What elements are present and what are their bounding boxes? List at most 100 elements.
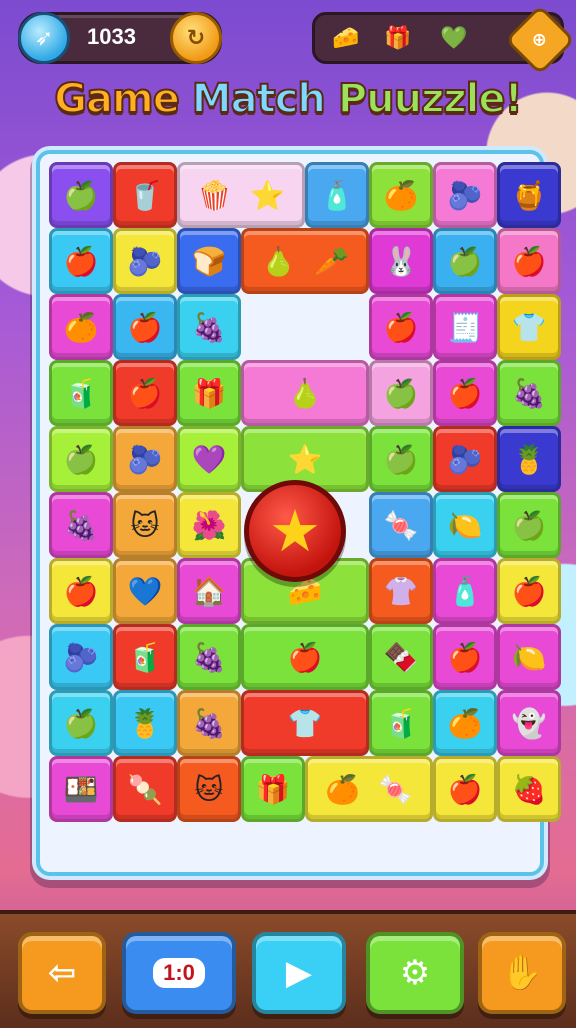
board-tile[interactable]: 🍎 [433,756,497,822]
gift-box-icon[interactable]: 🎁 [381,21,415,55]
board-tile[interactable]: 🫐 [113,426,177,492]
board-tile[interactable]: 🐱 [113,492,177,558]
cheese-icon[interactable]: 🧀 [329,21,363,55]
board-tile[interactable]: 🧾 [433,294,497,360]
board-tile[interactable]: 🫐 [433,162,497,228]
board-tile[interactable]: 🧃 [49,360,113,426]
board-tile[interactable]: 🧃 [113,624,177,690]
board-tile[interactable]: 🍬 [369,492,433,558]
board-tile[interactable]: 🍎 [49,228,113,294]
board-tile[interactable]: 🏠 [177,558,241,624]
board-tile[interactable]: 👚 [369,558,433,624]
tile-item-icon: 🍍 [511,442,547,476]
profile-button[interactable]: ✋ [478,932,566,1014]
board-tile[interactable]: 🍎 [433,360,497,426]
board-tile[interactable]: 🍎 [49,558,113,624]
board-tile[interactable]: 🍏 [433,228,497,294]
board-tile[interactable]: 🐱 [177,756,241,822]
board-tile[interactable]: 🐰 [369,228,433,294]
board-tile[interactable]: 🍏 [49,426,113,492]
board-tile[interactable]: 🎁 [241,756,305,822]
bottom-toolbar: ⇦ 1:0 ▶ ⚙ ✋ [0,910,576,1028]
board-tile[interactable]: 🍇 [177,294,241,360]
back-button[interactable]: ⇦ [18,932,106,1014]
tile-item-icon: 👚 [383,574,419,608]
board-tile[interactable]: 🍇 [497,360,561,426]
board-tile[interactable]: 🥤 [113,162,177,228]
board-tile[interactable]: 🍋 [497,624,561,690]
tile-item-icon: 🍏 [63,442,99,476]
menu-badge-icon[interactable]: ⊕ [504,4,576,76]
board-tile[interactable]: 🍊 [369,162,433,228]
board-tile[interactable]: 💜 [177,426,241,492]
board-tile[interactable]: 🍱 [49,756,113,822]
board-tile[interactable]: 🍇 [49,492,113,558]
coin-value: 1033 [87,24,136,49]
board-tile[interactable]: 🍏 [369,426,433,492]
tile-item-icon: 🍎 [63,574,99,608]
tile-item-icon: 🍎 [127,310,163,344]
tile-item-icon: 🍇 [191,310,227,344]
board-tile[interactable]: 🍊 🍬 [305,756,433,822]
board-tile[interactable]: 🍿 ⭐ [177,162,305,228]
hand-icon: ✋ [500,953,544,993]
board-tile[interactable]: 🍎 [497,558,561,624]
settings-button[interactable]: ⚙ [366,932,464,1014]
tile-item-icon: 🍐 [287,376,323,410]
board-tile[interactable]: 🍎 [113,360,177,426]
board-tile[interactable]: 🍐 🥕 [241,228,369,294]
board-tile[interactable]: 🧴 [305,162,369,228]
board-tile[interactable]: 👻 [497,690,561,756]
board-tile[interactable]: 🍓 [497,756,561,822]
tile-item-icon: 🍊 [63,310,99,344]
board-tile[interactable]: 🍎 [497,228,561,294]
board-tile[interactable]: 🍎 [369,294,433,360]
board-tile[interactable]: 🍎 [113,294,177,360]
board-tile[interactable]: 🍡 [113,756,177,822]
board-tile[interactable]: 🍇 [177,690,241,756]
board-tile[interactable]: 🍐 [241,360,369,426]
tile-item-icon: 🍏 [383,442,419,476]
play-button[interactable]: ▶ [252,932,346,1014]
board-tile[interactable]: 🌺 [177,492,241,558]
board-tile[interactable]: 🍎 [241,624,369,690]
tile-item-icon: 🐰 [383,244,419,278]
tile-item-icon: 🏠 [191,574,227,608]
tile-item-icon: 🫐 [63,640,99,674]
board-tile[interactable]: 🍏 [369,360,433,426]
board-tile[interactable]: 🍫 [369,624,433,690]
star-bonus-button[interactable]: ★ [244,480,346,582]
board-tile[interactable]: 🍋 [433,492,497,558]
refresh-coins-icon[interactable]: ↻ [170,12,222,64]
board-tile[interactable]: 🫐 [433,426,497,492]
tile-item-icon: 🧃 [383,706,419,740]
board-tile[interactable]: 🍍 [497,426,561,492]
green-gem-icon[interactable]: 💚 [437,21,471,55]
score-button[interactable]: 1:0 [122,932,236,1014]
tile-item-icon: 🍎 [447,640,483,674]
tile-item-icon: 🍋 [511,640,547,674]
board-tile[interactable]: 🍏 [49,162,113,228]
tile-item-icon: 🍊 [447,706,483,740]
tile-item-icon: 🍏 [383,376,419,410]
board-tile[interactable]: 🍏 [49,690,113,756]
board-tile[interactable]: 💙 [113,558,177,624]
tile-item-icon: 🍏 [63,706,99,740]
board-tile[interactable]: 🧃 [369,690,433,756]
board-tile[interactable]: 🍎 [433,624,497,690]
board-tile[interactable]: 🎁 [177,360,241,426]
board-tile[interactable]: 🍍 [113,690,177,756]
board-tile[interactable]: 🍊 [49,294,113,360]
board-tile[interactable]: 👕 [497,294,561,360]
board-tile[interactable]: 🫐 [49,624,113,690]
board-tile[interactable]: 🍯 [497,162,561,228]
board-tile[interactable]: 🧴 [433,558,497,624]
tile-item-icon: 🍬 [383,508,419,542]
board-tile[interactable]: 🍊 [433,690,497,756]
tile-item-icon: 🥤 [127,178,163,212]
board-tile[interactable]: 🫐 [113,228,177,294]
board-tile[interactable]: 🍏 [497,492,561,558]
board-tile[interactable]: 🍇 [177,624,241,690]
board-tile[interactable]: 👕 [241,690,369,756]
board-tile[interactable]: 🍞 [177,228,241,294]
